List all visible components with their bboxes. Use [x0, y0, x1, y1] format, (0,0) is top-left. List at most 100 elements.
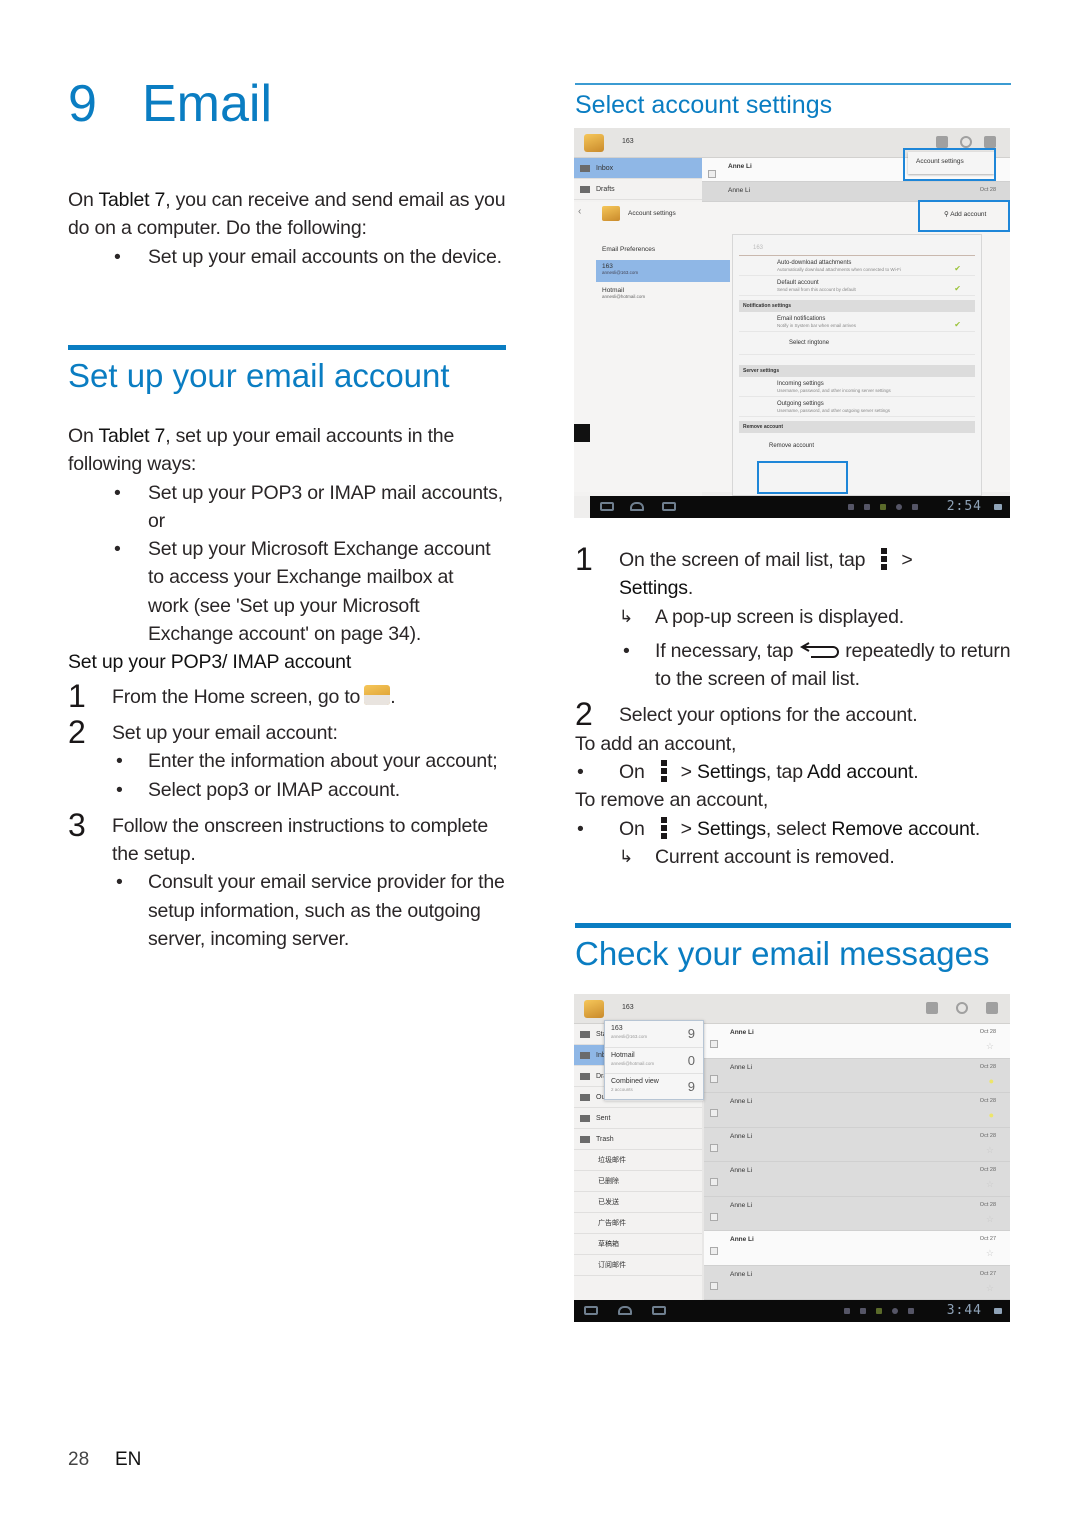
- email-preferences[interactable]: Email Preferences: [602, 246, 655, 253]
- sidebar-folder-item[interactable]: 已删除: [574, 1171, 702, 1192]
- step-bullet: • Consult your email service provider for…: [112, 868, 508, 953]
- bullet-text: Enter the information about your account…: [148, 750, 498, 773]
- option-email-notifications[interactable]: Email notifications Notify in System bar …: [739, 312, 975, 332]
- step-suffix: .: [390, 685, 396, 708]
- message-row[interactable]: Anne Li Oct 28 ●: [704, 1093, 1010, 1128]
- star-outline-icon[interactable]: ☆: [986, 1249, 994, 1258]
- option-select-ringtone[interactable]: Select ringtone: [739, 332, 975, 355]
- home-nav-icon[interactable]: [618, 1306, 632, 1315]
- message-row[interactable]: Anne Li Oct 28 ●: [704, 1059, 1010, 1093]
- compose-icon[interactable]: [926, 1002, 938, 1014]
- compose-icon[interactable]: [936, 136, 948, 148]
- panel-header: 163: [739, 235, 975, 256]
- sidebar-folder-item[interactable]: 垃圾邮件: [574, 1150, 702, 1171]
- star-outline-icon[interactable]: ☆: [986, 1214, 994, 1224]
- account-switcher-item[interactable]: 163 annesli@163.com 9: [605, 1021, 703, 1048]
- option-desc: Username, password, and other incoming s…: [777, 388, 891, 393]
- star-outline-icon[interactable]: ☆: [986, 1145, 994, 1155]
- refresh-icon[interactable]: [956, 1002, 968, 1014]
- message-row[interactable]: Anne Li Oct 27 ☆: [704, 1266, 1010, 1300]
- checkbox-checked-icon[interactable]: ✔: [954, 320, 961, 329]
- message-checkbox[interactable]: [710, 1040, 718, 1048]
- sidebar-folder-item[interactable]: 广告邮件: [574, 1213, 702, 1234]
- option-desc: Notify in System bar when email arrives: [777, 323, 857, 328]
- star-outline-icon[interactable]: ☆: [986, 1042, 994, 1051]
- option-auto-download[interactable]: Auto-download attachments Automatically d…: [739, 256, 975, 276]
- message-row[interactable]: Anne Li Oct 27 ☆: [704, 1231, 1010, 1266]
- highlight-box: [918, 200, 1010, 232]
- sidebar-folder-item[interactable]: 订阅邮件: [574, 1255, 702, 1276]
- side-handle[interactable]: [574, 424, 590, 442]
- message-row[interactable]: Anne Li Oct 28 ☆: [704, 1197, 1010, 1231]
- unread-count: 9: [687, 1026, 695, 1041]
- status-icon: [880, 504, 886, 510]
- account-selector[interactable]: 163: [622, 138, 634, 145]
- step-text: From the Home screen, go to: [112, 685, 361, 708]
- account-switcher-item[interactable]: Combined view 2 accounts 9: [605, 1074, 703, 1101]
- star-filled-icon[interactable]: ●: [989, 1076, 994, 1086]
- message-row[interactable]: Anne Li Oct 28: [702, 182, 1010, 202]
- account-selector[interactable]: 163: [622, 1004, 634, 1011]
- message-checkbox[interactable]: [710, 1281, 718, 1290]
- message-date: Oct 28: [979, 1063, 996, 1070]
- account-switcher-item[interactable]: Hotmail annesli@hotmail.com 0: [605, 1048, 703, 1074]
- folder-label: Trash: [596, 1136, 614, 1143]
- option-remove-account[interactable]: Remove account: [739, 433, 975, 452]
- bullet-text: Set up your Microsoft Exchange account t…: [148, 538, 491, 646]
- back-chevron-icon[interactable]: ‹: [578, 206, 581, 217]
- sidebar-folder-item[interactable]: 草稿箱: [574, 1234, 702, 1255]
- refresh-icon[interactable]: [960, 136, 972, 148]
- message-checkbox[interactable]: [708, 170, 716, 178]
- separator: >: [680, 761, 692, 784]
- account-item-hotmail[interactable]: Hotmail annesli@hotmail.com: [596, 284, 730, 306]
- menu-icon[interactable]: [984, 136, 996, 148]
- option-outgoing-settings[interactable]: Outgoing settings Username, password, and…: [739, 397, 975, 417]
- message-checkbox[interactable]: [710, 1143, 718, 1152]
- option-incoming-settings[interactable]: Incoming settings Username, password, and…: [739, 377, 975, 397]
- section-remove: Remove account: [739, 421, 975, 433]
- option-title: Select ringtone: [789, 340, 830, 346]
- message-date: Oct 28: [979, 1132, 996, 1139]
- outbox-icon: [580, 1094, 590, 1101]
- option-default-account[interactable]: Default account Send email from this acco…: [739, 276, 975, 296]
- settings-term: Settings: [697, 817, 766, 840]
- section-rule: [575, 923, 1011, 928]
- message-checkbox[interactable]: [710, 1074, 718, 1083]
- bullet-text: Consult your email service provider for …: [148, 871, 505, 951]
- bullet-dot: •: [116, 871, 123, 894]
- message-checkbox[interactable]: [710, 1109, 718, 1117]
- checkbox-checked-icon[interactable]: ✔: [954, 264, 961, 273]
- account-item-163[interactable]: 163 annesli@163.com: [596, 260, 730, 282]
- unread-count: 9: [687, 1079, 695, 1094]
- menu-icon[interactable]: [986, 1002, 998, 1014]
- setup-heading: Set up your email account: [68, 357, 450, 394]
- mail-list-screenshot: 163 StarredInboxDraftsOutboxSentTrash垃圾邮…: [574, 994, 1010, 1322]
- overflow-menu-icon: [881, 548, 888, 570]
- folder-drafts[interactable]: Drafts: [574, 179, 702, 200]
- message-row[interactable]: Anne Li Oct 28 ☆: [704, 1024, 1010, 1059]
- step-text: Set up your email account:: [112, 721, 338, 744]
- message-date: Oct 28: [979, 1167, 996, 1173]
- recent-apps-icon[interactable]: [652, 1306, 666, 1315]
- back-nav-icon[interactable]: [584, 1306, 598, 1315]
- sidebar-folder-item[interactable]: Trash: [574, 1129, 702, 1150]
- back-nav-icon[interactable]: [600, 502, 614, 511]
- recent-apps-icon[interactable]: [662, 502, 676, 511]
- home-nav-icon[interactable]: [630, 502, 644, 511]
- message-row[interactable]: Anne Li Oct 28 ☆: [704, 1162, 1010, 1197]
- star-outline-icon[interactable]: ☆: [986, 1283, 994, 1293]
- star-outline-icon[interactable]: ☆: [986, 1180, 994, 1189]
- folder-inbox[interactable]: Inbox: [574, 158, 702, 179]
- message-date: Oct 27: [979, 1236, 996, 1242]
- message-checkbox[interactable]: [710, 1178, 718, 1186]
- message-row[interactable]: Anne Li Oct 28 ☆: [704, 1128, 1010, 1162]
- checkbox-checked-icon[interactable]: ✔: [954, 284, 961, 293]
- sidebar-folder-item[interactable]: Sent: [574, 1108, 702, 1129]
- inbox-icon: [580, 165, 590, 172]
- star-filled-icon[interactable]: ●: [989, 1111, 994, 1120]
- folder-label: 订阅邮件: [598, 1262, 626, 1269]
- remove-account-label: To remove an account,: [575, 789, 769, 812]
- message-checkbox[interactable]: [710, 1247, 718, 1255]
- sidebar-folder-item[interactable]: 已发送: [574, 1192, 702, 1213]
- message-checkbox[interactable]: [710, 1212, 718, 1221]
